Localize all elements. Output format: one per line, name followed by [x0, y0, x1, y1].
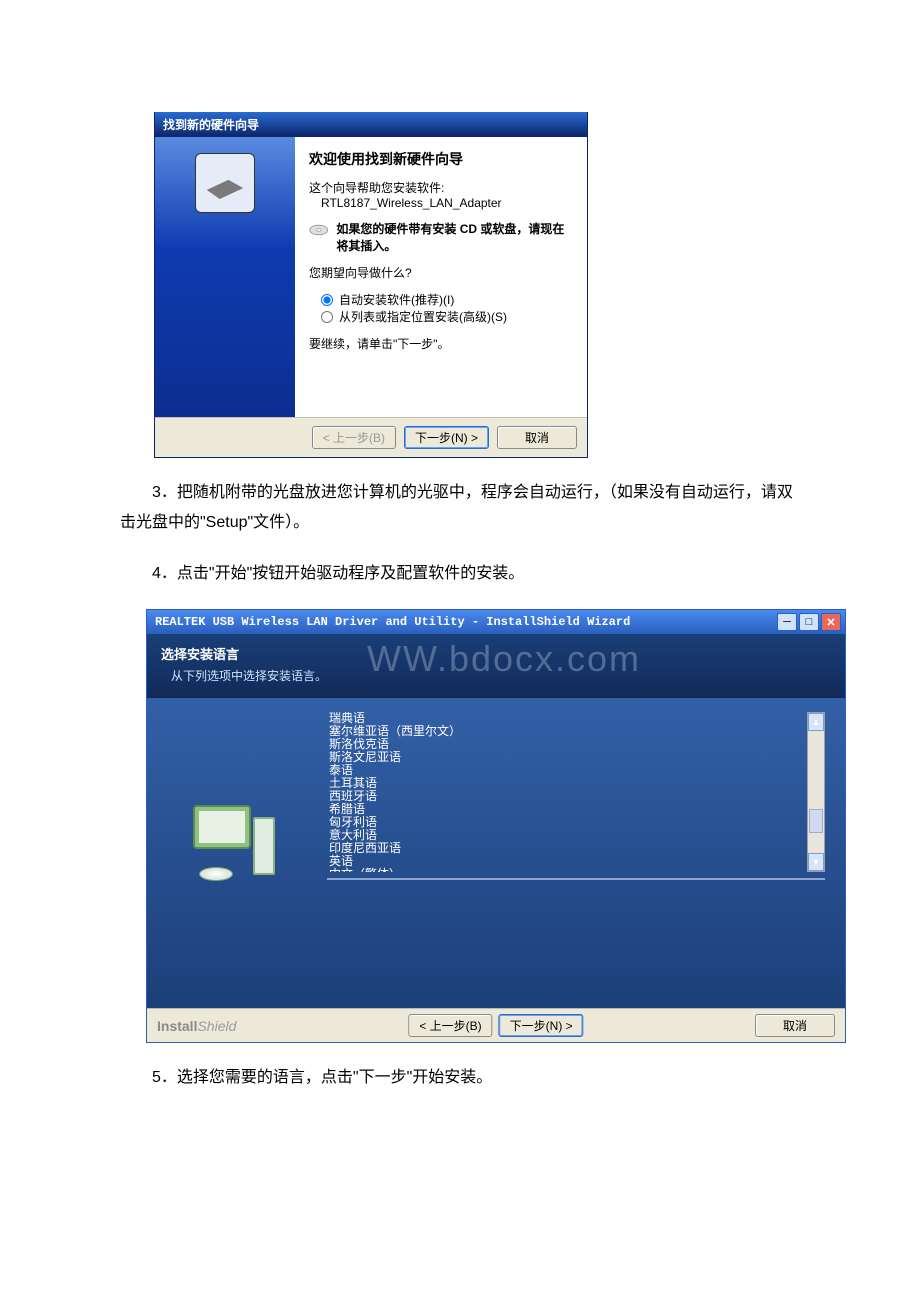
wizard1-question: 您期望向导做什么?: [309, 264, 569, 281]
language-option[interactable]: 西班牙语: [327, 790, 803, 803]
wizard1-content: 欢迎使用找到新硬件向导 这个向导帮助您安装软件: RTL8187_Wireles…: [295, 137, 587, 417]
wizard1-heading: 欢迎使用找到新硬件向导: [309, 149, 569, 169]
radio-auto-install-label: 自动安装软件(推荐)(I): [339, 291, 454, 308]
cd-icon: [309, 220, 328, 240]
wizard1-title-bar: 找到新的硬件向导: [155, 112, 587, 137]
radio-manual-install-input[interactable]: [321, 311, 333, 323]
radio-manual-install[interactable]: 从列表或指定位置安装(高级)(S): [321, 308, 569, 325]
installshield-wizard: REALTEK USB Wireless LAN Driver and Util…: [146, 609, 846, 1043]
scrollbar[interactable]: ▲ ▼: [807, 712, 825, 872]
wizard1-sidebar: [155, 137, 295, 417]
radio-auto-install-input[interactable]: [321, 294, 333, 306]
maximize-button[interactable]: □: [799, 613, 819, 631]
found-hardware-wizard: 找到新的硬件向导 欢迎使用找到新硬件向导 这个向导帮助您安装软件: RTL818…: [154, 112, 588, 458]
instruction-paragraph-3: 3．把随机附带的光盘放进您计算机的光驱中，程序会自动运行，（如果没有自动运行，请…: [120, 478, 800, 539]
wizard1-device-name: RTL8187_Wireless_LAN_Adapter: [309, 196, 569, 210]
language-option[interactable]: 匈牙利语: [327, 816, 803, 829]
cd-prompt-row: 如果您的硬件带有安装 CD 或软盘，请现在将其插入。: [309, 220, 569, 254]
wizard2-header: WW.bdocx.com 选择安装语言 从下列选项中选择安装语言。: [147, 634, 845, 698]
wizard1-body: 欢迎使用找到新硬件向导 这个向导帮助您安装软件: RTL8187_Wireles…: [155, 137, 587, 417]
wizard1-intro: 这个向导帮助您安装软件: RTL8187_Wireless_LAN_Adapte…: [309, 179, 569, 210]
language-option[interactable]: 泰语: [327, 764, 803, 777]
back-button[interactable]: < 上一步(B): [312, 426, 396, 449]
window-controls: ─ □ ✕: [777, 613, 841, 631]
wizard2-header-title: 选择安装语言: [161, 644, 831, 663]
language-option[interactable]: 中文（繁体）: [327, 868, 803, 872]
scroll-thumb[interactable]: [809, 809, 823, 833]
next-button[interactable]: 下一步(N) >: [499, 1014, 584, 1037]
language-option[interactable]: 希腊语: [327, 803, 803, 816]
wizard2-footer: InstallShield < 上一步(B) 下一步(N) > 取消: [147, 1008, 845, 1042]
brand-part1: Install: [157, 1018, 197, 1034]
wizard1-intro-text: 这个向导帮助您安装软件:: [309, 179, 569, 196]
listbox-divider: [327, 878, 825, 880]
instruction-paragraph-4: 4．点击"开始"按钮开始驱动程序及配置软件的安装。: [120, 559, 800, 589]
radio-group: 自动安装软件(推荐)(I) 从列表或指定位置安装(高级)(S): [309, 291, 569, 325]
brand-part2: Shield: [197, 1018, 236, 1034]
radio-auto-install[interactable]: 自动安装软件(推荐)(I): [321, 291, 569, 308]
radio-manual-install-label: 从列表或指定位置安装(高级)(S): [339, 308, 507, 325]
wizard2-cancel-wrap: 取消: [755, 1014, 835, 1037]
wizard2-title-bar: REALTEK USB Wireless LAN Driver and Util…: [147, 610, 845, 634]
wizard2-nav-buttons: < 上一步(B) 下一步(N) >: [408, 1014, 583, 1037]
scroll-down-button[interactable]: ▼: [808, 853, 824, 871]
computer-icon: [185, 803, 285, 903]
language-listbox[interactable]: 瑞典语塞尔维亚语（西里尔文）斯洛伐克语斯洛文尼亚语泰语土耳其语西班牙语希腊语匈牙…: [327, 712, 825, 872]
wizard1-continue-hint: 要继续，请单击"下一步"。: [309, 335, 569, 352]
installshield-brand: InstallShield: [157, 1018, 236, 1034]
scroll-up-button[interactable]: ▲: [808, 713, 824, 731]
wizard2-body: 瑞典语塞尔维亚语（西里尔文）斯洛伐克语斯洛文尼亚语泰语土耳其语西班牙语希腊语匈牙…: [147, 698, 845, 1008]
language-option[interactable]: 印度尼西亚语: [327, 842, 803, 855]
instruction-paragraph-5: 5．选择您需要的语言，点击"下一步"开始安装。: [120, 1063, 800, 1093]
language-option[interactable]: 塞尔维亚语（西里尔文）: [327, 725, 803, 738]
next-button[interactable]: 下一步(N) >: [404, 426, 489, 449]
cancel-button[interactable]: 取消: [755, 1014, 835, 1037]
language-option[interactable]: 斯洛文尼亚语: [327, 751, 803, 764]
language-option[interactable]: 土耳其语: [327, 777, 803, 790]
cd-prompt-text: 如果您的硬件带有安装 CD 或软盘，请现在将其插入。: [336, 220, 569, 254]
wizard2-sidebar: [147, 698, 322, 1008]
back-button[interactable]: < 上一步(B): [408, 1014, 492, 1037]
hardware-icon: [195, 153, 255, 213]
close-button[interactable]: ✕: [821, 613, 841, 631]
wizard1-footer: < 上一步(B) 下一步(N) > 取消: [155, 417, 587, 457]
wizard2-title-text: REALTEK USB Wireless LAN Driver and Util…: [155, 615, 630, 629]
wizard2-header-sub: 从下列选项中选择安装语言。: [161, 667, 831, 684]
minimize-button[interactable]: ─: [777, 613, 797, 631]
cancel-button[interactable]: 取消: [497, 426, 577, 449]
